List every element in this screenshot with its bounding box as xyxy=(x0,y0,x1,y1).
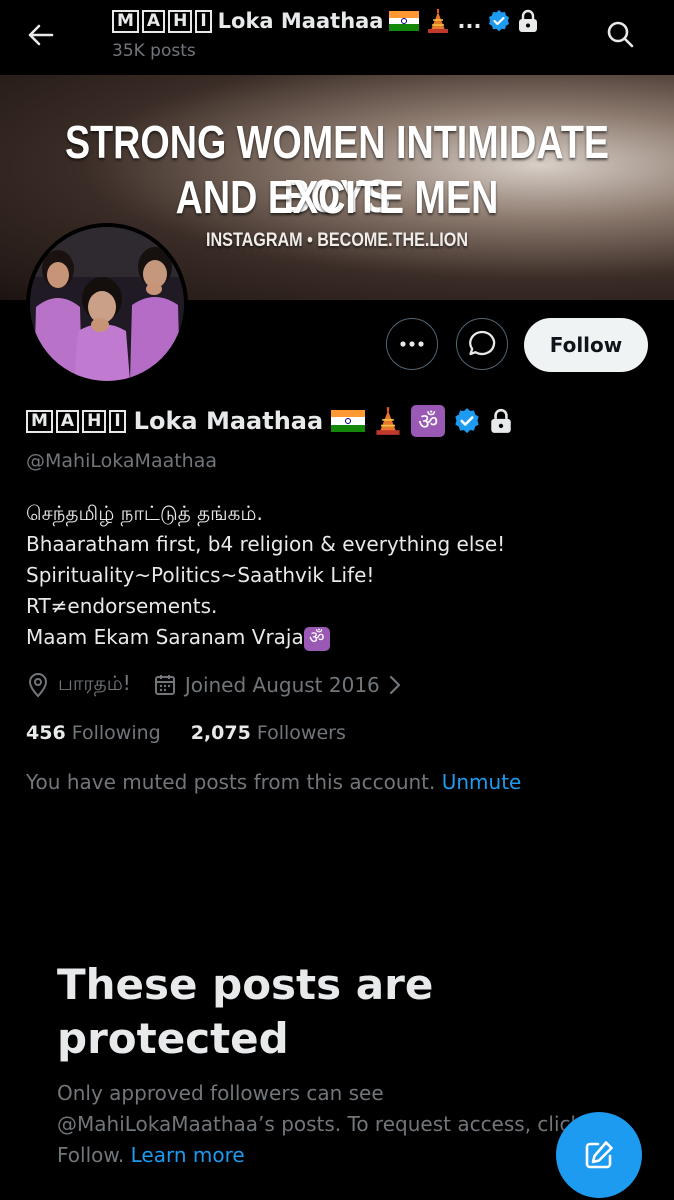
header-title: MAHI Loka Maathaa ... xyxy=(112,6,572,36)
avatar[interactable] xyxy=(26,223,188,385)
message-button[interactable] xyxy=(456,318,508,370)
india-flag-icon xyxy=(331,409,366,433)
search-button[interactable] xyxy=(604,18,636,50)
verified-badge-icon[interactable] xyxy=(453,407,481,435)
top-bar: MAHI Loka Maathaa ... 35K posts xyxy=(0,0,674,75)
bio-line: செந்தமிழ் நாட்டுத் தங்கம். xyxy=(26,501,263,525)
back-button[interactable] xyxy=(24,20,58,50)
temple-icon xyxy=(428,9,449,33)
location-icon xyxy=(28,672,48,697)
follow-button[interactable]: Follow xyxy=(524,318,648,372)
lock-icon xyxy=(491,408,511,433)
header-name: Loka Maathaa xyxy=(217,9,384,33)
more-options-button[interactable] xyxy=(386,318,438,370)
profile-boxed-letters: MAHI xyxy=(26,409,126,433)
protected-description: Only approved followers can see @MahiLok… xyxy=(57,1081,583,1167)
profile-handle: @MahiLokaMaathaa xyxy=(26,450,218,472)
profile-bio: செந்தமிழ் நாட்டுத் தங்கம். Bhaaratham fi… xyxy=(26,498,505,653)
om-icon: ॐ xyxy=(411,405,446,437)
avatar-photo xyxy=(30,227,184,381)
boxed-name-letters: MAHI xyxy=(112,9,212,33)
bio-line: Bhaaratham first, b4 religion & everythi… xyxy=(26,532,506,556)
header-ellipsis: ... xyxy=(457,9,482,33)
back-arrow-icon xyxy=(28,24,54,46)
verified-badge-icon xyxy=(489,10,510,32)
lock-icon xyxy=(519,9,538,32)
temple-icon xyxy=(376,407,400,435)
profile-location: பாரதம்! xyxy=(58,671,131,695)
compose-button[interactable] xyxy=(556,1112,642,1198)
bio-line: Spirituality~Politics~Saathvik Life! xyxy=(26,563,375,587)
muted-notice: You have muted posts from this account. … xyxy=(26,770,522,794)
protected-title: These posts are protected xyxy=(57,960,434,1063)
bio-line-last: Maam Ekam Saranam Vraja ॐ xyxy=(26,622,505,653)
following-link[interactable]: 456 Following xyxy=(26,722,161,744)
more-icon xyxy=(400,341,424,347)
header-titlebox: MAHI Loka Maathaa ... 35K posts xyxy=(112,6,572,61)
profile-name: Loka Maathaa xyxy=(133,407,324,435)
chevron-right-icon[interactable] xyxy=(388,674,402,696)
bio-line: RT≠endorsements. xyxy=(26,594,218,618)
profile-joined[interactable]: Joined August 2016 xyxy=(185,673,380,697)
profile-meta-row: பாரதம்! Joined August 2016 xyxy=(26,671,402,698)
compose-icon xyxy=(585,1141,613,1169)
banner-line-2: AND EXCITE MEN xyxy=(175,171,499,223)
search-icon xyxy=(607,21,634,48)
unmute-link[interactable]: Unmute xyxy=(442,770,522,794)
om-icon: ॐ xyxy=(303,626,330,651)
learn-more-link[interactable]: Learn more xyxy=(131,1143,245,1167)
india-flag-icon xyxy=(389,11,420,31)
profile-name-row: MAHI Loka Maathaa ॐ xyxy=(26,405,513,437)
header-post-count: 35K posts xyxy=(112,41,196,61)
message-icon xyxy=(469,330,496,356)
calendar-icon xyxy=(154,674,175,695)
profile-stats: 456 Following 2,075 Followers xyxy=(26,722,346,744)
followers-link[interactable]: 2,075 Followers xyxy=(191,722,346,744)
